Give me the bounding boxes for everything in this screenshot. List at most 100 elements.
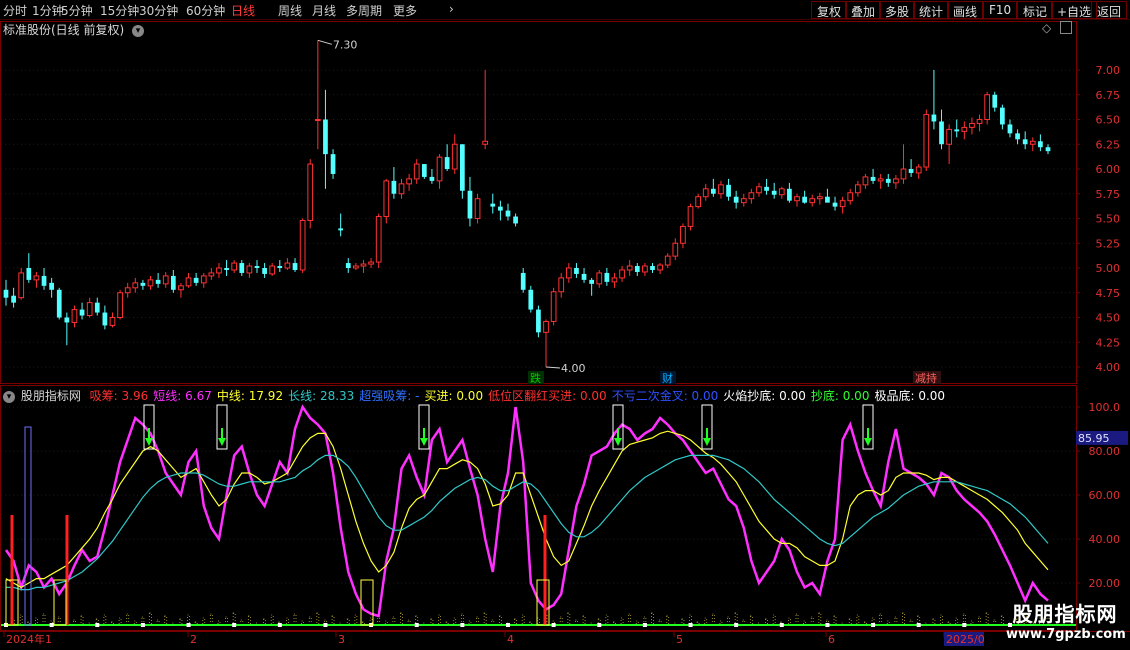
candle xyxy=(581,268,587,283)
event-tag-label: 跌 xyxy=(530,371,541,385)
candle xyxy=(1022,131,1028,150)
signal-dot xyxy=(140,623,145,627)
candle-body xyxy=(239,263,245,273)
chevron-down-icon[interactable]: ▾ xyxy=(3,390,15,403)
maximize-icon[interactable] xyxy=(1060,21,1072,34)
candle-body xyxy=(900,168,907,180)
candle-body xyxy=(832,202,838,207)
signal-dot xyxy=(186,623,191,627)
candle xyxy=(893,174,899,189)
candle-body xyxy=(429,176,435,181)
indicator-legend-item: 不亏二次金叉: 0.00 xyxy=(612,389,719,403)
candle-body xyxy=(482,140,489,145)
indicator-legend-value: 28.33 xyxy=(316,389,355,403)
chevron-down-icon[interactable]: ▾ xyxy=(132,24,145,37)
accumulation-bar xyxy=(35,617,38,626)
candle-body xyxy=(642,265,648,273)
current-value-label: 85.95 xyxy=(1078,432,1110,445)
date-label: 2024年1 xyxy=(6,632,52,646)
price-tick-label: 7.00 xyxy=(1096,64,1121,77)
candle-body xyxy=(94,302,100,313)
candle xyxy=(908,159,914,177)
accumulation-bar xyxy=(476,616,479,626)
signal-dot xyxy=(597,623,602,627)
candle xyxy=(413,159,420,184)
candle-body xyxy=(64,317,70,323)
accumulation-bar xyxy=(666,615,670,626)
diamond-icon[interactable]: ◇ xyxy=(1042,21,1051,35)
candle xyxy=(284,258,291,270)
indicator-legend-item: 极品底: 0.00 xyxy=(874,389,945,403)
candle-body xyxy=(398,183,405,195)
candle xyxy=(239,260,245,276)
candle xyxy=(946,124,952,165)
indicator-legend-label: 抄底: xyxy=(810,389,839,403)
candle-body xyxy=(467,190,473,219)
candle-body xyxy=(650,266,655,270)
candle xyxy=(748,188,755,204)
candle-body xyxy=(314,119,321,121)
candle-body xyxy=(323,119,328,155)
candle xyxy=(246,263,253,278)
candle-body xyxy=(740,198,747,204)
candle-body xyxy=(102,312,108,326)
candle-body xyxy=(634,266,640,272)
candle-body xyxy=(885,178,891,183)
candle-body xyxy=(733,196,739,203)
indicator-legend-value: 0.00 xyxy=(775,389,806,403)
high-price-label: 7.30 xyxy=(333,38,358,51)
indicator-legend-value: - xyxy=(411,389,420,403)
candle xyxy=(550,287,557,326)
signal-dot xyxy=(277,623,282,627)
candle xyxy=(193,272,199,286)
candle-body xyxy=(802,196,807,203)
accumulation-bar xyxy=(438,614,441,626)
accumulation-bar xyxy=(795,613,799,626)
candle-body xyxy=(216,267,222,274)
candle-body xyxy=(1022,139,1028,145)
candle xyxy=(854,180,861,197)
bottom-signal-box xyxy=(360,579,374,626)
candle xyxy=(702,183,709,201)
candle xyxy=(634,263,640,276)
accumulation-bar xyxy=(286,617,289,626)
date-label: 6 xyxy=(828,633,835,646)
candle xyxy=(421,164,427,179)
candle xyxy=(170,269,176,293)
accumulation-bar xyxy=(149,612,152,626)
candle xyxy=(862,173,869,189)
candle-body xyxy=(200,275,207,284)
candle-body xyxy=(330,154,336,174)
candle-body xyxy=(787,188,792,201)
candle xyxy=(969,117,975,135)
indicator-legend-label: 长线: xyxy=(288,389,317,403)
candle xyxy=(710,178,716,197)
indicator-legend-value: 0.00 xyxy=(452,389,484,403)
candle-body xyxy=(939,121,944,145)
candle-body xyxy=(778,188,785,196)
candle xyxy=(231,260,238,273)
accumulation-bar xyxy=(453,617,457,626)
candle xyxy=(254,260,260,273)
candle-body xyxy=(413,163,420,180)
indicator-legend-label: 短线: xyxy=(153,389,182,403)
candle xyxy=(915,164,922,179)
candle-body xyxy=(702,188,709,198)
accumulation-bar xyxy=(955,617,959,626)
candle-body xyxy=(589,279,595,284)
candle xyxy=(626,260,633,276)
main-chart-title-bar: 标准股份(日线 前复权) ▾ xyxy=(3,21,145,39)
candle xyxy=(375,213,382,268)
indicator-tick-label: 60.00 xyxy=(1089,489,1121,502)
candle-body xyxy=(307,163,314,221)
accumulation-bar xyxy=(749,615,753,626)
candle-body xyxy=(513,216,518,224)
candle xyxy=(961,121,968,140)
candle-body xyxy=(687,206,694,227)
candle xyxy=(383,178,390,224)
candle-body xyxy=(862,176,869,186)
candle-body xyxy=(664,255,671,266)
candle-body xyxy=(893,178,899,184)
stock-chart[interactable]: 7.00 6.75 6.50 6.25 6.00 5.75 5.50 5.25 5.00 4.75… xyxy=(0,0,1130,650)
down-arrow-icon xyxy=(864,438,872,446)
